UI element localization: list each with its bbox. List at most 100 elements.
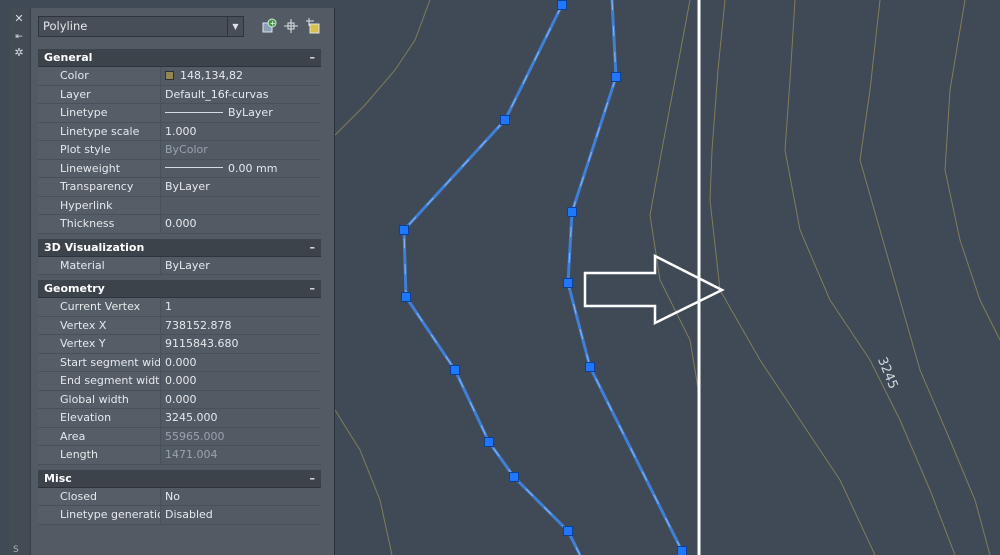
svg-text:+: + xyxy=(270,20,276,28)
property-value-text: ByLayer xyxy=(228,106,273,119)
section-3d-visualization[interactable]: 3D Visualization – xyxy=(38,238,321,257)
collapse-icon[interactable]: – xyxy=(310,239,316,256)
property-value[interactable]: No xyxy=(160,487,321,505)
property-label: Color xyxy=(38,67,160,85)
section-general[interactable]: General – xyxy=(38,49,321,67)
property-row-lineweight[interactable]: Lineweight 0.00 mm xyxy=(38,159,321,178)
contour-line xyxy=(944,0,1000,341)
property-row-current-vertex[interactable]: Current Vertex 1 xyxy=(38,298,321,317)
property-row-start-segment-width[interactable]: Start segment width 0.000 xyxy=(38,353,321,372)
arrow-shape xyxy=(583,253,725,326)
property-label: Current Vertex xyxy=(38,298,160,316)
collapse-icon[interactable]: – xyxy=(310,49,316,66)
color-swatch xyxy=(165,70,174,80)
property-value: 1471.004 xyxy=(160,446,321,464)
section-geometry[interactable]: Geometry – xyxy=(38,280,321,298)
contour-line xyxy=(649,0,701,401)
property-row-layer[interactable]: Layer Default_16f-curvas xyxy=(38,85,321,104)
object-type-select[interactable]: Polyline ▼ xyxy=(38,16,244,37)
property-row-length[interactable]: Length 1471.004 xyxy=(38,446,321,465)
property-value[interactable]: ByLayer xyxy=(160,256,321,274)
vertex-grip xyxy=(450,365,460,375)
property-row-hyperlink[interactable]: Hyperlink xyxy=(38,196,321,215)
contour-line xyxy=(709,0,876,555)
property-value[interactable]: 0.000 xyxy=(160,353,321,371)
property-value-text: 0.00 mm xyxy=(228,161,278,175)
property-label: Vertex X xyxy=(38,316,160,334)
property-label: Linetype generation xyxy=(38,506,171,524)
contour-line xyxy=(859,0,991,555)
palette-title-strip[interactable]: ✕ ⇤ ✲ S xyxy=(9,8,31,555)
property-row-linetype-scale[interactable]: Linetype scale 1.000 xyxy=(38,122,321,141)
toggle-pickadd-icon[interactable]: + xyxy=(260,18,278,36)
section-title: 3D Visualization xyxy=(44,240,145,254)
object-type-value: Polyline xyxy=(43,19,88,33)
palette-toolbar: Polyline ▼ + xyxy=(38,16,328,38)
property-value[interactable] xyxy=(160,196,321,214)
property-row-global-width[interactable]: Global width 0.000 xyxy=(38,390,321,409)
property-value[interactable]: Disabled xyxy=(160,506,321,524)
property-label: Length xyxy=(38,446,160,464)
property-value: ByColor xyxy=(160,141,321,159)
property-value: 55965.000 xyxy=(160,427,321,445)
property-value[interactable]: ByLayer xyxy=(160,178,321,196)
property-value-text: 148,134,82 xyxy=(180,69,243,82)
property-row-vertex-y[interactable]: Vertex Y 9115843.680 xyxy=(38,335,321,354)
quick-select-icon[interactable] xyxy=(304,18,322,36)
select-objects-icon[interactable] xyxy=(282,18,300,36)
property-value[interactable]: 3245.000 xyxy=(160,409,321,427)
property-label: Hyperlink xyxy=(38,196,160,214)
property-value[interactable]: 0.00 mm xyxy=(160,159,321,177)
property-value[interactable]: ByLayer xyxy=(160,104,321,122)
property-label: Transparency xyxy=(38,178,160,196)
close-icon[interactable]: ✕ xyxy=(12,12,26,26)
contour-line xyxy=(334,409,393,555)
palette-title-text: S xyxy=(13,545,19,555)
property-row-closed[interactable]: Closed No xyxy=(38,487,321,506)
property-row-linetype-generation[interactable]: Linetype generation Disabled xyxy=(38,506,321,525)
property-row-linetype[interactable]: Linetype ByLayer xyxy=(38,104,321,123)
property-label: Plot style xyxy=(38,141,160,159)
vertex-grip xyxy=(585,362,595,372)
property-row-plot-style[interactable]: Plot style ByColor xyxy=(38,141,321,160)
contour-line xyxy=(784,0,956,555)
property-value[interactable]: 0.000 xyxy=(160,372,321,390)
property-label: Start segment width xyxy=(38,353,172,371)
property-label: Global width xyxy=(38,390,160,408)
property-row-material[interactable]: Material ByLayer xyxy=(38,256,321,275)
collapse-icon[interactable]: – xyxy=(310,470,316,487)
property-row-thickness[interactable]: Thickness 0.000 xyxy=(38,215,321,234)
vertex-grip xyxy=(500,115,510,125)
property-value[interactable]: 0.000 xyxy=(160,390,321,408)
property-value[interactable]: 738152.878 xyxy=(160,316,321,334)
linetype-sample xyxy=(165,111,223,113)
lineweight-sample xyxy=(165,167,223,168)
property-row-end-segment-width[interactable]: End segment width 0.000 xyxy=(38,372,321,391)
vertex-grip xyxy=(509,472,519,482)
vertex-grip xyxy=(563,526,573,536)
vertex-grip xyxy=(567,207,577,217)
property-value[interactable]: 9115843.680 xyxy=(160,335,321,353)
property-value[interactable]: 1.000 xyxy=(160,122,321,140)
vertex-grip xyxy=(563,278,573,288)
property-value[interactable]: 1 xyxy=(160,298,321,316)
settings-icon[interactable]: ✲ xyxy=(12,46,26,60)
property-value[interactable]: Default_16f-curvas xyxy=(160,85,321,103)
chevron-down-icon[interactable]: ▼ xyxy=(227,17,243,36)
property-row-elevation[interactable]: Elevation 3245.000 xyxy=(38,409,321,428)
property-value[interactable]: 148,134,82 xyxy=(160,67,321,85)
property-row-area[interactable]: Area 55965.000 xyxy=(38,427,321,446)
autohide-icon[interactable]: ⇤ xyxy=(12,30,26,44)
vertex-grip xyxy=(677,546,687,555)
collapse-icon[interactable]: – xyxy=(310,280,316,297)
property-label: Linetype scale xyxy=(38,122,160,140)
property-row-vertex-x[interactable]: Vertex X 738152.878 xyxy=(38,316,321,335)
vertex-grip xyxy=(557,0,567,10)
property-value[interactable]: 0.000 xyxy=(160,215,321,233)
section-misc[interactable]: Misc – xyxy=(38,469,321,488)
property-row-transparency[interactable]: Transparency ByLayer xyxy=(38,178,321,197)
property-label: Lineweight xyxy=(38,159,160,177)
vertex-grip xyxy=(401,292,411,302)
property-label: End segment width xyxy=(38,372,166,390)
property-row-color[interactable]: Color 148,134,82 xyxy=(38,67,321,86)
